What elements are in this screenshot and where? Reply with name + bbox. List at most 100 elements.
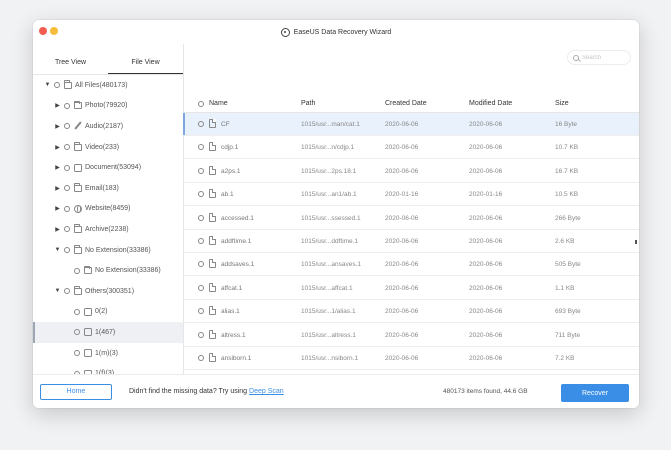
caret-right-icon[interactable]: ▶ [53, 102, 62, 109]
folder-icon [64, 80, 72, 89]
tree-item[interactable]: 1(467) [33, 322, 183, 343]
cell-created: 2020-06-06 [385, 238, 419, 245]
view-tabs: Tree View File View [33, 52, 183, 74]
file-icon [209, 166, 216, 175]
caret-right-icon[interactable]: ▶ [53, 205, 62, 212]
row-checkbox[interactable] [198, 191, 204, 197]
close-window-button[interactable] [39, 27, 47, 35]
row-checkbox[interactable] [198, 215, 204, 221]
row-checkbox[interactable] [198, 238, 204, 244]
tab-file-view[interactable]: File View [108, 52, 183, 74]
tree-item-checkbox[interactable] [64, 164, 70, 171]
tree-item[interactable]: 0(2) [33, 302, 183, 323]
tree-item[interactable]: ▶ Photo(79920) [33, 96, 183, 117]
tree-item-checkbox[interactable] [74, 267, 80, 274]
table-row[interactable]: accessed.1 1015/usr...ssessed.1 2020-06-06… [183, 207, 639, 230]
table-row[interactable]: altress.1 1015/usr...altress.1 2020-06-06 2… [183, 324, 639, 347]
caret-down-icon[interactable]: ▼ [53, 247, 62, 253]
table-row[interactable]: CF 1015/usr...man/cat.1 2020-06-06 2020-06-… [183, 113, 639, 136]
search-box[interactable] [567, 50, 631, 65]
col-header-size[interactable]: Size [555, 96, 569, 112]
cell-size: 266 Byte [555, 215, 581, 222]
table-row[interactable]: ansiborn.1 1015/usr...nsiborn.1 2020-06-06… [183, 347, 639, 370]
home-button[interactable]: Home [40, 384, 112, 400]
cell-name: ansiborn.1 [221, 355, 252, 362]
tree-item-checkbox[interactable] [64, 226, 70, 233]
tree-item[interactable]: ▼ No Extension(33386) [33, 240, 183, 261]
recover-button[interactable]: Recover [561, 384, 629, 402]
tree-item-checkbox[interactable] [64, 205, 70, 212]
col-header-modified[interactable]: Modified Date [469, 96, 512, 112]
minimize-window-button[interactable] [50, 27, 58, 35]
col-header-name[interactable]: Name [209, 96, 228, 112]
row-checkbox[interactable] [198, 121, 204, 127]
search-input[interactable] [582, 54, 626, 61]
caret-right-icon[interactable]: ▶ [53, 123, 62, 130]
select-all-checkbox[interactable] [198, 101, 204, 107]
caret-right-icon[interactable]: ▶ [53, 226, 62, 233]
table-header: Name Path Created Date Modified Date Siz… [183, 96, 639, 113]
tree-item-checkbox[interactable] [74, 350, 80, 357]
caret-right-icon[interactable]: ▶ [53, 185, 62, 192]
caret-down-icon[interactable]: ▼ [53, 288, 62, 294]
row-checkbox[interactable] [198, 308, 204, 314]
tree-item-checkbox[interactable] [74, 329, 80, 336]
tree-item-checkbox[interactable] [64, 102, 70, 109]
row-checkbox[interactable] [198, 355, 204, 361]
folder-icon [74, 286, 82, 295]
deep-scan-link[interactable]: Deep Scan [249, 388, 284, 395]
tree-item-checkbox[interactable] [54, 82, 60, 89]
items-found-status: 480173 items found, 44.6 GB [443, 388, 528, 395]
cell-modified: 2020-06-06 [469, 121, 503, 128]
cell-created: 2020-06-06 [385, 144, 419, 151]
table-row[interactable]: addftime.1 1015/usr...ddftime.1 2020-06-06… [183, 230, 639, 253]
col-header-created[interactable]: Created Date [385, 96, 427, 112]
tree-item[interactable]: ▶ Audio(2187) [33, 116, 183, 137]
tree-item[interactable]: 1(m)(3) [33, 343, 183, 364]
tree-item-checkbox[interactable] [64, 288, 70, 295]
cell-size: 693 Byte [555, 308, 581, 315]
col-header-path[interactable]: Path [301, 96, 315, 112]
table-row[interactable]: affcat.1 1015/usr...affcat.1 2020-06-06 202… [183, 277, 639, 300]
tree-item[interactable]: ▶ Website(8459) [33, 199, 183, 220]
row-checkbox[interactable] [198, 285, 204, 291]
tree-item[interactable]: ▼ All Files(480173) [33, 75, 183, 96]
cell-created: 2020-01-16 [385, 191, 419, 198]
row-checkbox[interactable] [198, 168, 204, 174]
table-row[interactable]: a2ps.1 1015/usr...2ps.18.1 2020-06-06 2020-… [183, 160, 639, 183]
caret-right-icon[interactable]: ▶ [53, 164, 62, 171]
table-row[interactable]: cdjp.1 1015/usr...n/cdjp.1 2020-06-06 2020-… [183, 136, 639, 159]
row-checkbox[interactable] [198, 332, 204, 338]
cell-path: 1015/usr...ansaves.1 [301, 261, 361, 268]
tree-item-checkbox[interactable] [64, 144, 70, 151]
tree-item-checkbox[interactable] [64, 247, 70, 254]
tree-item[interactable]: No Extension(33386) [33, 260, 183, 281]
row-checkbox[interactable] [198, 144, 204, 150]
app-title: EaseUS Data Recovery Wizard [280, 27, 391, 37]
tree-item[interactable]: ▶ Document(53094) [33, 157, 183, 178]
folder-icon [74, 142, 82, 151]
tree-item[interactable]: ▼ Others(300351) [33, 281, 183, 302]
caret-right-icon[interactable]: ▶ [53, 144, 62, 151]
row-checkbox[interactable] [198, 261, 204, 267]
tree-item-checkbox[interactable] [74, 308, 80, 315]
tree-item-label: No Extension(33386) [85, 246, 151, 254]
search-icon [573, 54, 579, 61]
document-icon [84, 307, 92, 316]
scrollbar-thumb[interactable] [635, 240, 637, 244]
app-window: EaseUS Data Recovery Wizard Tree View Fi… [33, 20, 639, 408]
table-row[interactable]: alias.1 1015/usr...1/alias.1 2020-06-06 202… [183, 300, 639, 323]
caret-down-icon[interactable]: ▼ [43, 82, 52, 88]
tree-item-label: No Extension(33386) [95, 267, 161, 275]
tree-item-checkbox[interactable] [64, 185, 70, 192]
tab-tree-view[interactable]: Tree View [33, 52, 108, 74]
tree-item[interactable]: ▶ Email(183) [33, 178, 183, 199]
cell-path: 1015/usr...nsiborn.1 [301, 355, 359, 362]
tree-item-label: 0(2) [95, 308, 108, 316]
tree-item[interactable]: ▶ Video(233) [33, 137, 183, 158]
table-row[interactable]: ab.1 1015/usr...an1/ab.1 2020-01-16 2020-01… [183, 183, 639, 206]
tree-item-checkbox[interactable] [64, 123, 70, 130]
table-row[interactable]: addsaves.1 1015/usr...ansaves.1 2020-06-06… [183, 253, 639, 276]
deep-scan-hint: Didn't find the missing data? Try using … [129, 384, 284, 400]
tree-item[interactable]: ▶ Archive(2238) [33, 219, 183, 240]
